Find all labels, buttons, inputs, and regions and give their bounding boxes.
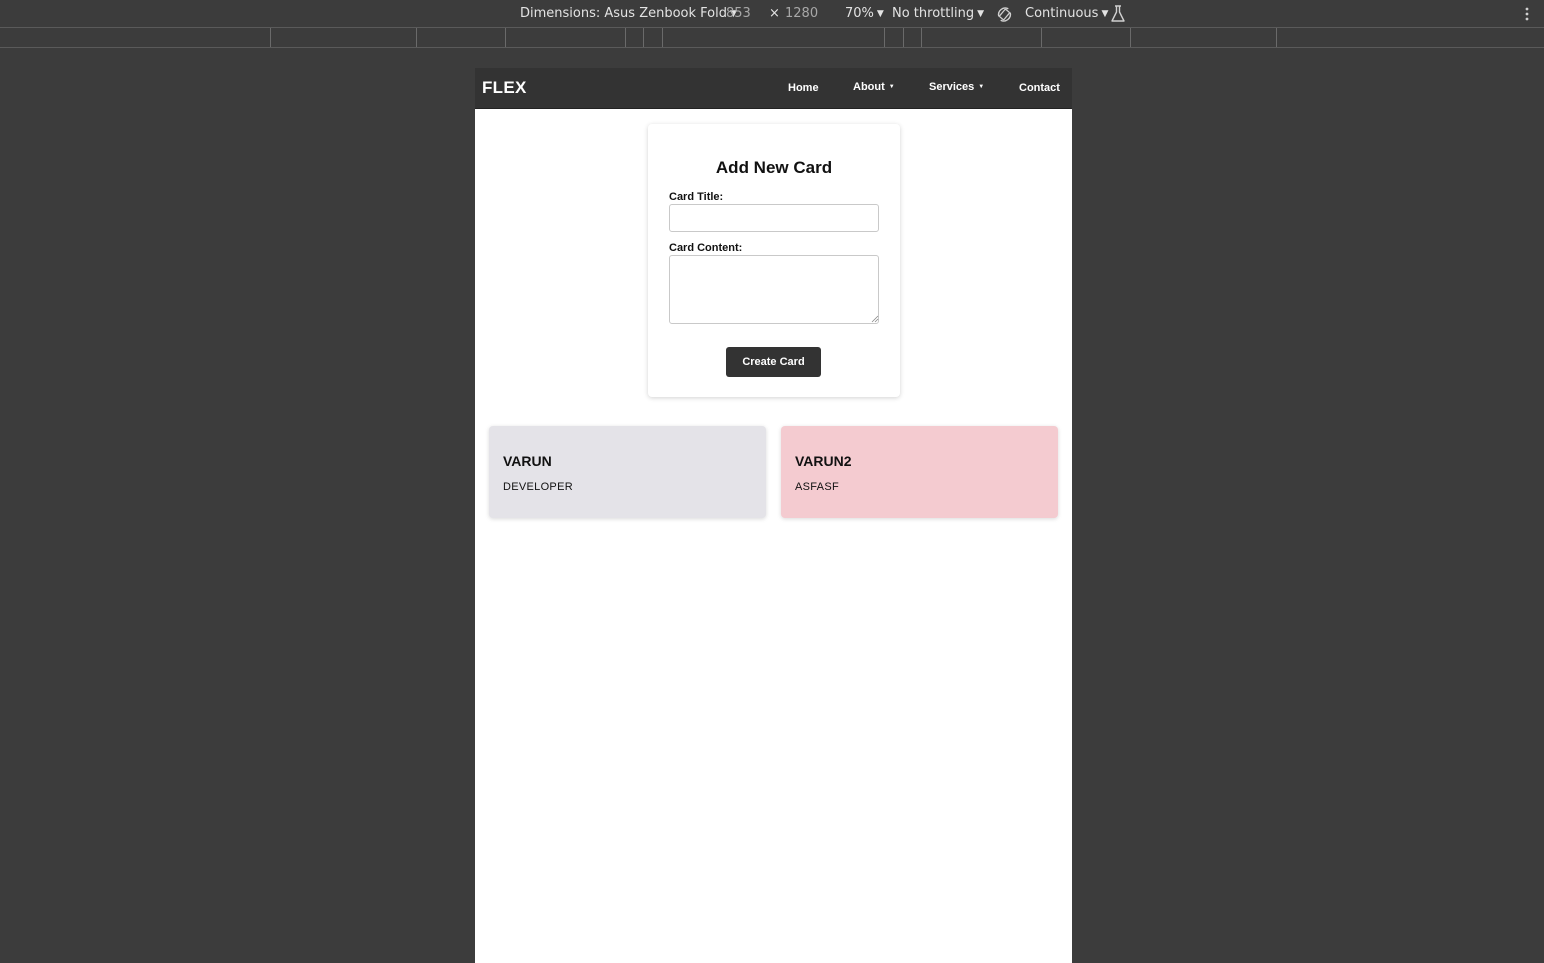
- nav-home-label: Home: [788, 82, 819, 94]
- zoom-select[interactable]: 70% ▼: [845, 6, 884, 21]
- caret-down-icon: ▼: [978, 84, 985, 90]
- caret-down-icon: ▼: [888, 84, 895, 90]
- brand-logo[interactable]: FLEX: [482, 78, 527, 98]
- height-input[interactable]: 1280: [785, 6, 818, 21]
- card-title: VARUN2: [795, 453, 852, 469]
- ruler-tick[interactable]: [643, 28, 644, 47]
- card-title: VARUN: [503, 453, 552, 469]
- throttling-label: No throttling: [892, 6, 975, 21]
- ruler-tick[interactable]: [505, 28, 506, 47]
- add-card-form: Add New Card Card Title: Card Content: C…: [648, 124, 900, 397]
- card-content: DEVELOPER: [503, 481, 573, 493]
- ruler-tick[interactable]: [270, 28, 271, 47]
- navbar: FLEX Home About ▼ Services ▼ Contact: [475, 68, 1072, 109]
- nav-home[interactable]: Home: [788, 82, 819, 94]
- ruler-tick[interactable]: [662, 28, 663, 47]
- chevron-down-icon: ▼: [1101, 9, 1109, 19]
- ruler-tick[interactable]: [903, 28, 904, 47]
- rotate-icon[interactable]: [995, 5, 1014, 24]
- chevron-down-icon: ▼: [876, 9, 884, 19]
- devtools-device-toolbar: Dimensions: Asus Zenbook Fold ▼ 853 × 128…: [0, 0, 1544, 28]
- media-query-ruler: [0, 28, 1544, 48]
- device-label: Dimensions: Asus Zenbook Fold: [520, 6, 727, 21]
- ruler-tick[interactable]: [884, 28, 885, 47]
- card-title-input[interactable]: [669, 204, 879, 232]
- flask-icon[interactable]: [1110, 5, 1126, 23]
- nav-contact-label: Contact: [1019, 82, 1060, 94]
- form-title: Add New Card: [715, 158, 833, 177]
- nav-services[interactable]: Services ▼: [929, 81, 984, 93]
- card-item: VARUN DEVELOPER: [489, 426, 766, 518]
- device-viewport: FLEX Home About ▼ Services ▼ Contact Add N…: [475, 68, 1072, 963]
- resize-handle-icon[interactable]: [871, 315, 879, 323]
- ruler-tick[interactable]: [416, 28, 417, 47]
- mode-label: Continuous: [1025, 6, 1099, 21]
- width-input[interactable]: 853: [726, 6, 751, 21]
- device-select[interactable]: Dimensions: Asus Zenbook Fold ▼: [520, 6, 737, 21]
- ruler-tick[interactable]: [1276, 28, 1277, 47]
- chevron-down-icon: ▼: [977, 9, 984, 19]
- throttling-select[interactable]: No throttling ▼: [892, 6, 984, 21]
- nav-about-label: About: [853, 81, 885, 93]
- mode-select[interactable]: Continuous ▼: [1025, 6, 1108, 21]
- ruler-tick[interactable]: [1130, 28, 1131, 47]
- card-item: VARUN2 ASFASF: [781, 426, 1058, 518]
- nav-services-label: Services: [929, 81, 975, 93]
- nav-about[interactable]: About ▼: [853, 81, 895, 93]
- ruler-tick[interactable]: [921, 28, 922, 47]
- ruler-tick[interactable]: [1041, 28, 1042, 47]
- times-symbol: ×: [769, 6, 780, 21]
- create-card-button[interactable]: Create Card: [726, 347, 821, 377]
- nav-contact[interactable]: Contact: [1019, 82, 1060, 94]
- zoom-label: 70%: [845, 6, 874, 21]
- card-title-label: Card Title:: [669, 191, 724, 203]
- card-content: ASFASF: [795, 481, 839, 493]
- card-content-textarea[interactable]: [669, 255, 879, 324]
- card-content-label: Card Content:: [669, 242, 743, 254]
- more-vert-icon[interactable]: [1522, 6, 1532, 22]
- ruler-tick[interactable]: [625, 28, 626, 47]
